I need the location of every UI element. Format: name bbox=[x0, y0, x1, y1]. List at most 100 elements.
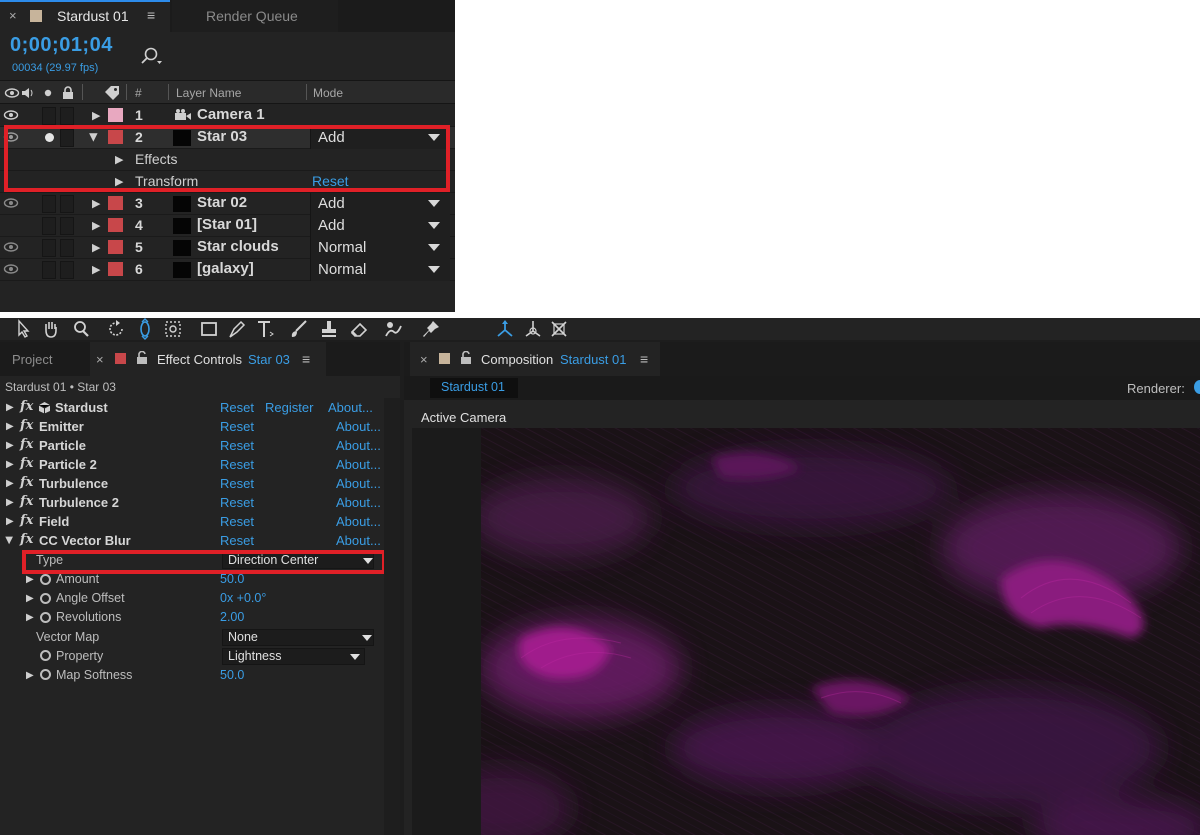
fx-toggle-icon[interactable]: fx bbox=[20, 437, 33, 452]
pan-behind-tool-icon[interactable] bbox=[162, 318, 184, 340]
reset-link[interactable]: Reset bbox=[220, 495, 254, 510]
label-color-red[interactable] bbox=[108, 196, 123, 210]
view-axis-mode-icon[interactable] bbox=[548, 318, 570, 340]
effect-name[interactable]: Stardust bbox=[55, 400, 108, 415]
expand-triangle-icon[interactable]: ▶ bbox=[6, 440, 14, 451]
amount-value[interactable]: 50.0 bbox=[220, 572, 244, 586]
about-link[interactable]: About... bbox=[336, 476, 381, 491]
roto-brush-tool-icon[interactable] bbox=[382, 318, 404, 340]
rectangle-tool-icon[interactable] bbox=[198, 318, 220, 340]
expand-triangle-icon[interactable]: ▶ bbox=[92, 197, 100, 210]
chevron-down-icon[interactable] bbox=[350, 654, 360, 660]
expand-triangle-icon[interactable]: ▶ bbox=[6, 516, 14, 527]
expand-triangle-icon[interactable]: ▶ bbox=[6, 478, 14, 489]
about-link[interactable]: About... bbox=[336, 533, 381, 548]
expand-triangle-icon[interactable]: ▶ bbox=[92, 263, 100, 276]
fx-toggle-icon[interactable]: fx bbox=[20, 475, 33, 490]
visibility-eye-icon[interactable] bbox=[3, 262, 19, 276]
solo-switch[interactable] bbox=[42, 239, 56, 257]
effect-name[interactable]: Emitter bbox=[39, 419, 84, 434]
layer-name[interactable]: [Star 01] bbox=[197, 216, 257, 233]
about-link[interactable]: About... bbox=[336, 495, 381, 510]
expand-triangle-icon[interactable]: ▶ bbox=[26, 574, 34, 585]
fx-toggle-icon[interactable]: fx bbox=[20, 399, 33, 414]
chevron-down-icon[interactable] bbox=[428, 266, 440, 273]
search-icon[interactable] bbox=[138, 44, 164, 68]
reset-link[interactable]: Reset bbox=[220, 400, 254, 415]
lock-switch[interactable] bbox=[60, 261, 74, 279]
stopwatch-icon[interactable] bbox=[40, 669, 51, 680]
chevron-down-icon[interactable] bbox=[428, 200, 440, 207]
scrollbar[interactable] bbox=[384, 398, 400, 835]
reset-link[interactable]: Reset bbox=[220, 419, 254, 434]
renderer-label[interactable]: Renderer: bbox=[1127, 381, 1185, 396]
lock-switch[interactable] bbox=[60, 217, 74, 235]
label-color-red[interactable] bbox=[108, 262, 123, 276]
solo-switch[interactable] bbox=[42, 261, 56, 279]
about-link[interactable]: About... bbox=[336, 514, 381, 529]
fx-toggle-icon[interactable]: fx bbox=[20, 532, 33, 547]
puppet-pin-tool-icon[interactable] bbox=[420, 318, 442, 340]
pen-tool-icon[interactable] bbox=[226, 318, 248, 340]
effect-name[interactable]: Particle bbox=[39, 438, 86, 453]
reset-link[interactable]: Reset bbox=[220, 533, 254, 548]
effect-name[interactable]: Turbulence bbox=[39, 476, 108, 491]
clone-stamp-tool-icon[interactable] bbox=[318, 318, 340, 340]
reset-link[interactable]: Reset bbox=[220, 476, 254, 491]
about-link[interactable]: About... bbox=[328, 400, 373, 415]
about-link[interactable]: About... bbox=[336, 419, 381, 434]
close-tab-icon[interactable]: × bbox=[420, 352, 428, 367]
world-axis-mode-icon[interactable] bbox=[522, 318, 544, 340]
selection-tool-icon[interactable] bbox=[12, 318, 34, 340]
unlock-icon[interactable] bbox=[460, 351, 472, 365]
stopwatch-icon[interactable] bbox=[40, 650, 51, 661]
chevron-down-icon[interactable] bbox=[428, 244, 440, 251]
about-link[interactable]: About... bbox=[336, 457, 381, 472]
expand-triangle-icon[interactable]: ▶ bbox=[6, 497, 14, 508]
panel-menu-icon[interactable]: ≡ bbox=[302, 351, 310, 367]
expand-triangle-icon[interactable]: ▶ bbox=[92, 109, 100, 122]
expand-triangle-icon[interactable]: ▶ bbox=[26, 612, 34, 623]
effect-name[interactable]: CC Vector Blur bbox=[39, 533, 131, 548]
layer-name[interactable]: [galaxy] bbox=[197, 260, 254, 277]
solo-switch[interactable] bbox=[42, 107, 56, 125]
solo-switch[interactable] bbox=[42, 217, 56, 235]
eraser-tool-icon[interactable] bbox=[348, 318, 370, 340]
col-layer-name-header[interactable]: Layer Name bbox=[176, 86, 241, 100]
collapse-triangle-icon[interactable]: ▶ bbox=[3, 537, 14, 545]
expand-triangle-icon[interactable]: ▶ bbox=[6, 421, 14, 432]
fx-toggle-icon[interactable]: fx bbox=[20, 418, 33, 433]
local-axis-mode-icon[interactable] bbox=[494, 318, 516, 340]
effect-name[interactable]: Particle 2 bbox=[39, 457, 97, 472]
register-link[interactable]: Register bbox=[265, 400, 313, 415]
expand-triangle-icon[interactable]: ▶ bbox=[92, 219, 100, 232]
renderer-options-icon[interactable] bbox=[1194, 380, 1200, 394]
close-tab-icon[interactable]: × bbox=[9, 8, 17, 23]
visibility-eye-icon[interactable] bbox=[3, 240, 19, 254]
expand-triangle-icon[interactable]: ▶ bbox=[6, 459, 14, 470]
fx-toggle-icon[interactable]: fx bbox=[20, 456, 33, 471]
reset-link[interactable]: Reset bbox=[220, 514, 254, 529]
effect-name[interactable]: Field bbox=[39, 514, 69, 529]
brush-tool-icon[interactable] bbox=[288, 318, 310, 340]
effect-name[interactable]: Turbulence 2 bbox=[39, 495, 119, 510]
layer-name[interactable]: Star 02 bbox=[197, 194, 247, 211]
lock-switch[interactable] bbox=[60, 195, 74, 213]
chevron-down-icon[interactable] bbox=[428, 222, 440, 229]
layer-name[interactable]: Camera 1 bbox=[197, 106, 265, 123]
solo-switch[interactable] bbox=[42, 195, 56, 213]
stopwatch-icon[interactable] bbox=[40, 612, 51, 623]
active-camera-label[interactable]: Active Camera bbox=[421, 410, 506, 425]
tab-project[interactable]: Project bbox=[12, 352, 52, 367]
chevron-down-icon[interactable] bbox=[362, 635, 372, 641]
label-color-pink[interactable] bbox=[108, 108, 123, 122]
lock-switch[interactable] bbox=[60, 107, 74, 125]
reset-link[interactable]: Reset bbox=[220, 457, 254, 472]
label-color-red[interactable] bbox=[108, 218, 123, 232]
fx-toggle-icon[interactable]: fx bbox=[20, 513, 33, 528]
visibility-eye-icon[interactable] bbox=[3, 108, 19, 122]
current-time-display[interactable]: 0;00;01;04 bbox=[10, 34, 113, 57]
panel-menu-icon[interactable]: ≡ bbox=[640, 351, 648, 367]
expand-triangle-icon[interactable]: ▶ bbox=[6, 402, 14, 413]
unlock-icon[interactable] bbox=[136, 351, 148, 365]
